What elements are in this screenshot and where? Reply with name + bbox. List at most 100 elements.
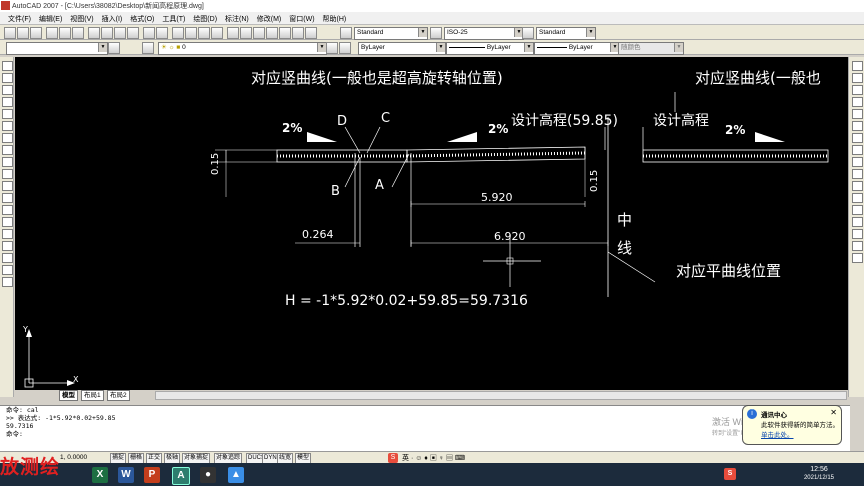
array-icon[interactable] — [852, 109, 863, 119]
rectangle-icon[interactable] — [2, 109, 13, 119]
paste-icon[interactable] — [114, 27, 126, 39]
ellipse-arc-icon[interactable] — [2, 181, 13, 191]
drawing-canvas[interactable]: 对应竖曲线(一般也是超高旋转轴位置) 对应竖曲线(一般也 2% 2% 2% D … — [15, 57, 848, 390]
color-select[interactable]: ByLayer ▼ — [358, 42, 446, 55]
spline-icon[interactable] — [2, 157, 13, 167]
trim-icon[interactable] — [852, 169, 863, 179]
region-icon[interactable] — [2, 253, 13, 263]
zoom-realtime-icon[interactable] — [185, 27, 197, 39]
sheet-set-icon[interactable] — [266, 27, 278, 39]
horizontal-scrollbar[interactable] — [155, 391, 847, 400]
extend-icon[interactable] — [852, 181, 863, 191]
menu-window[interactable]: 窗口(W) — [285, 14, 318, 24]
circle-icon[interactable] — [2, 133, 13, 143]
print-icon[interactable] — [46, 27, 58, 39]
tab-model[interactable]: 模型 — [59, 390, 78, 401]
multiline-text-icon[interactable] — [2, 277, 13, 287]
linetype-select[interactable]: ByLayer ▼ — [446, 42, 534, 55]
pan-icon[interactable] — [172, 27, 184, 39]
gradient-icon[interactable] — [2, 241, 13, 251]
mirror-icon[interactable] — [852, 85, 863, 95]
menu-draw[interactable]: 绘图(D) — [189, 14, 221, 24]
erase-icon[interactable] — [852, 61, 863, 71]
menu-dimension[interactable]: 标注(N) — [221, 14, 253, 24]
join-icon[interactable] — [852, 217, 863, 227]
lineweight-select[interactable]: ByLayer ▼ — [534, 42, 620, 55]
workspace-settings-icon[interactable] — [108, 42, 120, 54]
offset-icon[interactable] — [852, 97, 863, 107]
hatch-icon[interactable] — [2, 229, 13, 239]
polyline-icon[interactable] — [2, 85, 13, 95]
zoom-previous-icon[interactable] — [211, 27, 223, 39]
new-icon[interactable] — [4, 27, 16, 39]
zoom-window-icon[interactable] — [198, 27, 210, 39]
scale-icon[interactable] — [852, 145, 863, 155]
insert-block-icon[interactable] — [2, 193, 13, 203]
layer-select[interactable]: ☀ ☼ ■ 0 ▼ — [158, 42, 327, 55]
rotate-icon[interactable] — [852, 133, 863, 143]
close-icon[interactable]: ✕ — [830, 408, 837, 417]
taskbar-clock[interactable]: 12:56 2021/12/15 — [804, 465, 834, 483]
autocad-taskbar-icon[interactable]: A — [172, 467, 190, 485]
fillet-icon[interactable] — [852, 241, 863, 251]
table-style-select[interactable]: Standard ▼ — [536, 27, 596, 40]
dim-style-select[interactable]: ISO-25 ▼ — [444, 27, 524, 40]
tab-layout2[interactable]: 布局2 — [107, 390, 130, 401]
menu-file[interactable]: 文件(F) — [4, 14, 35, 24]
save-icon[interactable] — [30, 27, 42, 39]
powerpoint-icon[interactable]: P — [144, 467, 160, 483]
copy-icon[interactable] — [101, 27, 113, 39]
workspace-select[interactable]: ▼ — [6, 42, 108, 55]
layer-previous-icon[interactable] — [339, 42, 351, 54]
make-current-layer-icon[interactable] — [326, 42, 338, 54]
arc-icon[interactable] — [2, 121, 13, 131]
revision-cloud-icon[interactable] — [2, 145, 13, 155]
polygon-icon[interactable] — [2, 97, 13, 107]
communication-center-bubble[interactable]: i 通讯中心 此软件获得新的简单方法。 单击此处。 ✕ — [742, 405, 842, 445]
menu-edit[interactable]: 编辑(E) — [35, 14, 66, 24]
open-icon[interactable] — [17, 27, 29, 39]
undo-icon[interactable] — [143, 27, 155, 39]
menu-format[interactable]: 格式(O) — [126, 14, 158, 24]
bubble-link[interactable]: 单击此处。 — [761, 429, 794, 439]
help-icon[interactable] — [305, 27, 317, 39]
markup-icon[interactable] — [279, 27, 291, 39]
ime-tray-icon[interactable]: S — [724, 468, 736, 480]
ime-sogou-icon[interactable]: S — [388, 453, 398, 463]
layer-manager-icon[interactable] — [142, 42, 154, 54]
excel-icon[interactable]: X — [92, 467, 108, 483]
text-style-select[interactable]: Standard ▼ — [354, 27, 428, 40]
break-at-point-icon[interactable] — [852, 193, 863, 203]
publish-icon[interactable] — [72, 27, 84, 39]
cut-icon[interactable] — [88, 27, 100, 39]
plot-style-select[interactable]: 随颜色 ▼ — [618, 42, 684, 55]
app-icon[interactable]: ▲ — [228, 467, 244, 483]
copy-object-icon[interactable] — [852, 73, 863, 83]
construction-line-icon[interactable] — [2, 73, 13, 83]
point-icon[interactable] — [2, 217, 13, 227]
design-center-icon[interactable] — [240, 27, 252, 39]
tool-palettes-icon[interactable] — [253, 27, 265, 39]
redo-icon[interactable] — [156, 27, 168, 39]
ellipse-icon[interactable] — [2, 169, 13, 179]
properties-icon[interactable] — [227, 27, 239, 39]
explode-icon[interactable] — [852, 253, 863, 263]
make-block-icon[interactable] — [2, 205, 13, 215]
break-icon[interactable] — [852, 205, 863, 215]
menu-view[interactable]: 视图(V) — [66, 14, 97, 24]
calculator-icon[interactable] — [292, 27, 304, 39]
preview-icon[interactable] — [59, 27, 71, 39]
tab-layout1[interactable]: 布局1 — [81, 390, 104, 401]
line-icon[interactable] — [2, 61, 13, 71]
match-properties-icon[interactable] — [127, 27, 139, 39]
stretch-icon[interactable] — [852, 157, 863, 167]
table-icon[interactable] — [2, 265, 13, 275]
move-icon[interactable] — [852, 121, 863, 131]
word-icon[interactable]: W — [118, 467, 134, 483]
menu-help[interactable]: 帮助(H) — [319, 14, 351, 24]
menu-modify[interactable]: 修改(M) — [253, 14, 286, 24]
chamfer-icon[interactable] — [852, 229, 863, 239]
menu-insert[interactable]: 插入(I) — [98, 14, 127, 24]
menu-tools[interactable]: 工具(T) — [158, 14, 189, 24]
ime-toolbar[interactable]: 英 · ☺ ♦ ▣ ♀ ▤ ⌨ — [402, 453, 465, 463]
